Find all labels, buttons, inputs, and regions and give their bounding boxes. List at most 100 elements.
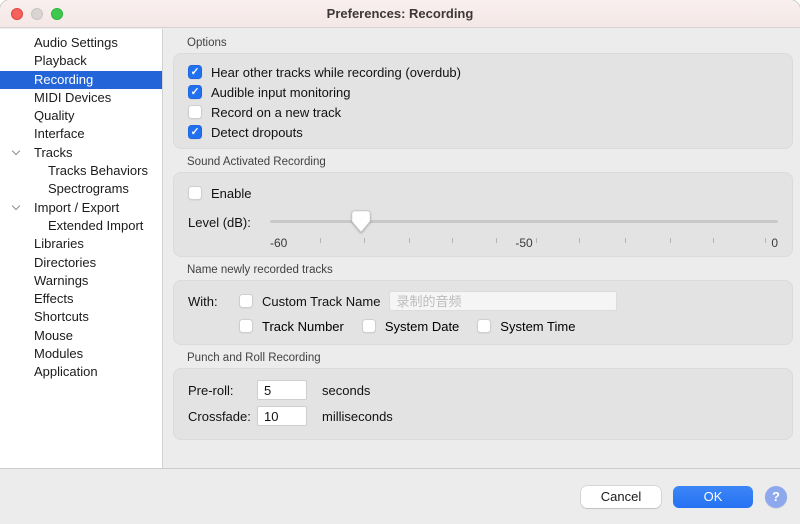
level-ruler: -60 -50 0 xyxy=(270,235,778,252)
crossfade-input[interactable] xyxy=(257,406,307,426)
custom-track-name-checkbox[interactable] xyxy=(239,294,253,308)
system-time-checkbox[interactable] xyxy=(477,319,492,333)
help-button[interactable]: ? xyxy=(765,485,787,508)
sidebar-item-mouse[interactable]: Mouse xyxy=(0,327,162,345)
option-row: Detect dropouts xyxy=(188,122,778,142)
sidebar-item-label: Recording xyxy=(34,71,94,87)
pre-roll-input[interactable] xyxy=(257,380,307,400)
ruler-tick xyxy=(579,238,581,243)
pre-roll-label: Pre-roll: xyxy=(188,382,234,398)
system-date-label: System Date xyxy=(384,318,460,334)
sidebar-item-directories[interactable]: Directories xyxy=(0,254,162,272)
sidebar-item-spectrograms[interactable]: Spectrograms xyxy=(0,180,162,198)
ruler-tick xyxy=(535,238,537,243)
sidebar-item-label: Interface xyxy=(34,126,85,142)
level-row: Level (dB): xyxy=(188,209,778,235)
with-label: With: xyxy=(188,293,218,309)
crossfade-unit-label: milliseconds xyxy=(322,408,393,424)
sidebar-item-interface[interactable]: Interface xyxy=(0,125,162,143)
sidebar-item-tracks-behaviors[interactable]: Tracks Behaviors xyxy=(0,162,162,180)
ruler-label-minus50: -50 xyxy=(515,236,533,250)
sidebar-item-label: Libraries xyxy=(34,236,84,252)
sidebar-item-import-export[interactable]: Import / Export xyxy=(0,199,162,217)
ruler-tick xyxy=(495,238,497,243)
custom-track-name-label: Custom Track Name xyxy=(262,293,381,309)
overdub-checkbox[interactable] xyxy=(188,65,202,79)
sidebar-item-label: Spectrograms xyxy=(48,181,129,197)
sidebar-item-midi-devices[interactable]: MIDI Devices xyxy=(0,89,162,107)
sidebar-item-label: Import / Export xyxy=(34,199,120,215)
sidebar-item-warnings[interactable]: Warnings xyxy=(0,272,162,290)
ruler-tick xyxy=(669,238,671,243)
sidebar-item-label: Modules xyxy=(34,346,84,362)
ruler-tick xyxy=(363,238,365,243)
track-number-checkbox[interactable] xyxy=(239,319,253,333)
options-groupbox: Hear other tracks while recording (overd… xyxy=(173,53,793,149)
section-title-punch-roll: Punch and Roll Recording xyxy=(187,352,321,364)
window-title: Preferences: Recording xyxy=(326,6,474,21)
sidebar-item-modules[interactable]: Modules xyxy=(0,345,162,363)
track-number-label: Track Number xyxy=(262,318,344,334)
level-slider-thumb[interactable] xyxy=(351,210,372,233)
sidebar-item-label: Extended Import xyxy=(48,217,144,233)
ruler-tick xyxy=(712,238,714,243)
audible-input-monitoring-checkbox[interactable] xyxy=(188,85,202,99)
ruler-tick xyxy=(624,238,626,243)
sidebar-item-libraries[interactable]: Libraries xyxy=(0,235,162,253)
ruler-label-zero: 0 xyxy=(771,236,778,250)
sidebar-item-label: Audio Settings xyxy=(34,35,118,50)
level-slider[interactable] xyxy=(270,209,778,235)
naming-extras-row: Track Number System Date System Time xyxy=(239,316,778,336)
sidebar-item-application[interactable]: Application xyxy=(0,363,162,381)
sidebar-item-tracks[interactable]: Tracks xyxy=(0,144,162,162)
chevron-down-icon[interactable] xyxy=(11,146,21,156)
pre-roll-row: Pre-roll: seconds xyxy=(188,379,778,401)
option-row: Hear other tracks while recording (overd… xyxy=(188,62,778,82)
sidebar-item-recording[interactable]: Recording xyxy=(0,70,162,89)
crossfade-row: Crossfade: milliseconds xyxy=(188,405,778,427)
sound-activated-groupbox: Enable Level (dB): -60 -50 0 xyxy=(173,172,793,257)
enable-row: Enable xyxy=(188,183,778,203)
zoom-button-icon[interactable] xyxy=(51,7,63,20)
level-slider-track[interactable] xyxy=(270,220,778,223)
detect-dropouts-checkbox[interactable] xyxy=(188,125,202,139)
system-date-checkbox[interactable] xyxy=(361,319,376,333)
preferences-sidebar: Audio Settings Playback Recording MIDI D… xyxy=(0,29,163,468)
detect-dropouts-checkbox-label: Detect dropouts xyxy=(211,124,303,140)
sidebar-item-label: Playback xyxy=(34,53,87,69)
sidebar-item-extended-import[interactable]: Extended Import xyxy=(0,217,162,235)
crossfade-label: Crossfade: xyxy=(188,408,251,424)
sidebar-item-label: Mouse xyxy=(34,327,74,343)
sidebar-item-audio-settings[interactable]: Audio Settings xyxy=(0,34,162,52)
system-time-label: System Time xyxy=(500,318,576,334)
sidebar-item-playback[interactable]: Playback xyxy=(0,52,162,70)
punch-roll-groupbox: Pre-roll: seconds Crossfade: millisecond… xyxy=(173,368,793,440)
sidebar-item-label: Tracks Behaviors xyxy=(48,163,148,179)
titlebar: Preferences: Recording xyxy=(0,0,800,28)
level-db-label: Level (dB): xyxy=(188,214,251,230)
record-new-track-checkbox[interactable] xyxy=(188,105,202,119)
preferences-window: Preferences: Recording Audio Settings Pl… xyxy=(0,0,800,524)
overdub-checkbox-label: Hear other tracks while recording (overd… xyxy=(211,64,461,80)
option-row: Record on a new track xyxy=(188,102,778,122)
sidebar-item-quality[interactable]: Quality xyxy=(0,107,162,125)
record-new-track-checkbox-label: Record on a new track xyxy=(211,104,342,120)
section-title-options: Options xyxy=(187,37,227,49)
sidebar-item-label: Quality xyxy=(34,108,75,124)
dialog-footer: Cancel OK ? xyxy=(0,468,800,524)
sidebar-item-effects[interactable]: Effects xyxy=(0,290,162,308)
section-title-naming: Name newly recorded tracks xyxy=(187,264,333,276)
sidebar-item-label: Effects xyxy=(34,291,74,307)
audible-input-monitoring-checkbox-label: Audible input monitoring xyxy=(211,84,351,100)
sound-activation-enable-checkbox[interactable] xyxy=(188,186,202,200)
pre-roll-unit-label: seconds xyxy=(322,382,371,398)
close-button-icon[interactable] xyxy=(11,7,23,20)
chevron-down-icon[interactable] xyxy=(11,201,21,210)
minimize-button-icon[interactable] xyxy=(31,7,43,20)
custom-track-name-input[interactable] xyxy=(389,291,618,311)
sidebar-item-shortcuts[interactable]: Shortcuts xyxy=(0,308,162,326)
sidebar-item-label: MIDI Devices xyxy=(34,89,112,105)
ok-button[interactable]: OK xyxy=(673,485,753,508)
recording-preferences-panel: Options Hear other tracks while recordin… xyxy=(164,29,800,468)
cancel-button[interactable]: Cancel xyxy=(581,485,661,508)
